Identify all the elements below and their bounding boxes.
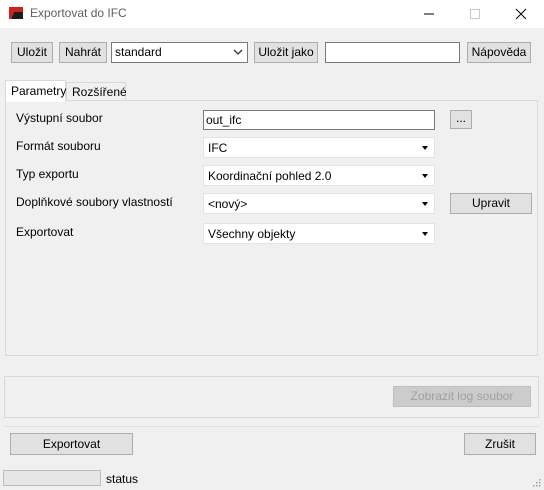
minimize-button[interactable] [406,0,452,28]
property-sets-label: Doplňkové soubory vlastností [16,195,173,209]
status-bar: status [0,468,544,490]
setup-select-value: standard [115,45,162,59]
export-scope-select[interactable]: Všechny objekty [203,223,435,244]
resize-grip-icon[interactable] [531,477,541,487]
status-text: status [106,472,139,486]
tab-parametry[interactable]: Parametry [5,80,66,102]
save-as-name-input[interactable] [325,42,460,63]
maximize-icon [470,9,480,19]
property-sets-value: <nový> [208,197,248,211]
file-format-value: IFC [208,141,228,155]
dropdown-arrow-icon [422,146,428,150]
export-scope-value: Všechny objekty [208,227,296,241]
export-type-value: Koordinační pohled 2.0 [208,169,332,183]
help-button[interactable]: Nápověda [467,42,531,63]
dropdown-arrow-icon [422,202,428,206]
dropdown-arrow-icon [422,174,428,178]
output-file-input[interactable]: out_ifc [203,110,435,130]
app-logo-icon [8,6,24,20]
minimize-icon [424,13,434,15]
title-bar: Exportovat do IFC [0,0,544,28]
log-panel: Zobrazit log soubor [4,376,539,418]
progress-bar [3,470,101,486]
close-button[interactable] [498,0,544,28]
maximize-button[interactable] [452,0,498,28]
tab-control: Parametry Rozšířené Výstupní soubor out_… [5,80,538,356]
divider [4,426,539,427]
show-log-button[interactable]: Zobrazit log soubor [393,386,531,407]
chevron-down-icon [233,49,243,55]
export-type-label: Typ exportu [16,167,79,181]
setup-select[interactable]: standard [111,42,248,63]
cancel-button[interactable]: Zrušit [464,433,536,455]
load-button[interactable]: Nahrát [59,42,107,63]
export-scope-label: Exportovat [16,225,74,239]
toolbar: Uložit Nahrát standard Uložit jako Nápov… [0,28,544,76]
edit-button[interactable]: Upravit [450,193,532,214]
export-type-select[interactable]: Koordinační pohled 2.0 [203,165,435,186]
property-sets-select[interactable]: <nový> [203,193,435,214]
close-icon [515,8,527,20]
output-file-label: Výstupní soubor [16,111,103,125]
save-button[interactable]: Uložit [11,42,53,63]
file-format-select[interactable]: IFC [203,137,435,158]
export-button[interactable]: Exportovat [10,433,133,455]
tab-panel-parametry: Výstupní soubor out_ifc ... Formát soubo… [5,100,538,356]
save-as-button[interactable]: Uložit jako [254,42,318,63]
tab-rozsirene[interactable]: Rozšířené [66,82,127,100]
window-title: Exportovat do IFC [30,6,127,20]
browse-button[interactable]: ... [450,110,472,129]
file-format-label: Formát souboru [16,139,101,153]
dropdown-arrow-icon [422,232,428,236]
